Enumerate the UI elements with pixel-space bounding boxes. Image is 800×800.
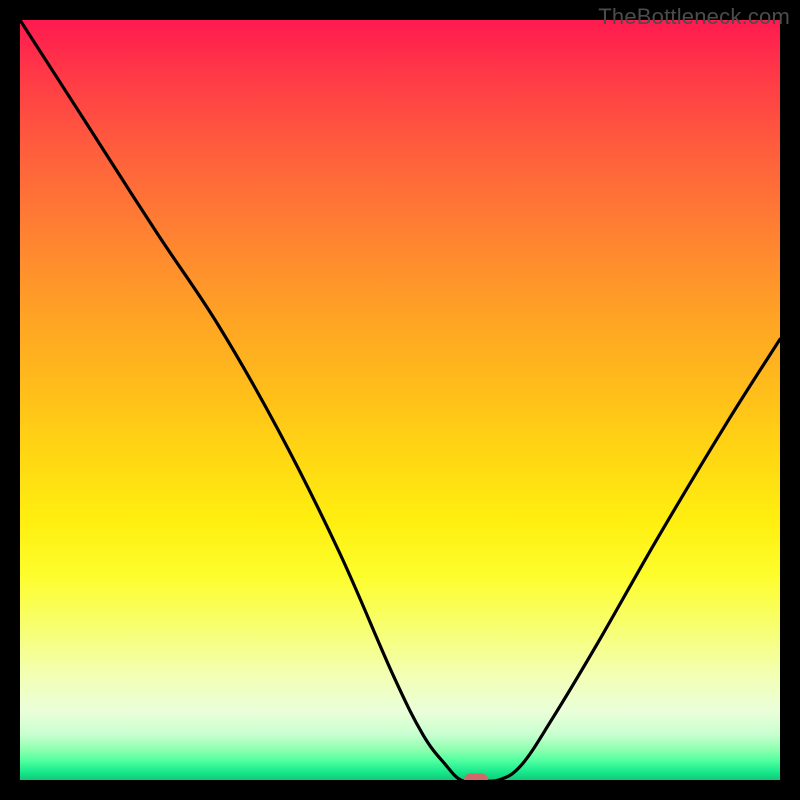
watermark-text: TheBottleneck.com: [598, 4, 790, 30]
plot-area: [20, 20, 780, 780]
chart-frame: TheBottleneck.com: [0, 0, 800, 800]
bottleneck-curve: [20, 20, 780, 780]
optimal-point-marker: [464, 774, 488, 781]
